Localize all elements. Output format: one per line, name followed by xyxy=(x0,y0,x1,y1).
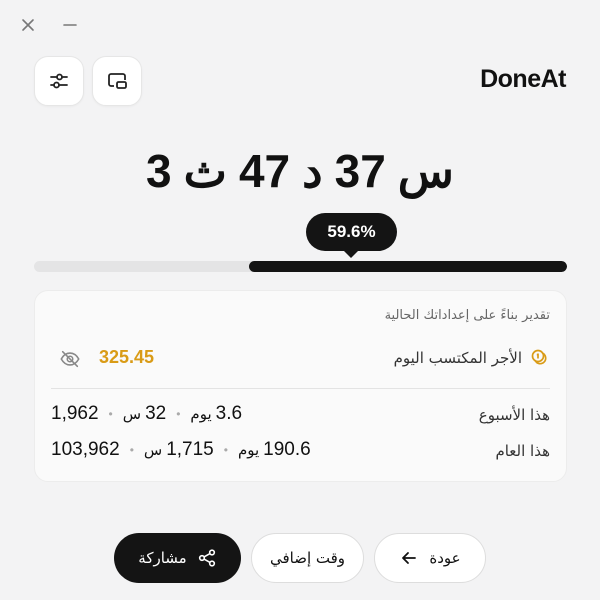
year-days-value: 190.6 xyxy=(263,439,311,460)
week-hours-unit: س xyxy=(122,405,142,423)
settings-button[interactable] xyxy=(34,56,84,106)
year-amount: 103,962 xyxy=(51,439,120,460)
share-icon xyxy=(198,549,215,567)
earnings-label: الأجر المكتسب اليوم xyxy=(393,349,522,367)
back-button[interactable]: عودة xyxy=(374,533,486,583)
timer-seconds: 37 xyxy=(334,145,386,197)
estimate-note: تقدير بناءً على إعداداتك الحالية xyxy=(384,308,550,323)
progress-percent-tooltip: 59.6% xyxy=(306,213,397,258)
arrow-left-icon xyxy=(402,552,417,564)
year-label: هذا العام xyxy=(495,442,550,460)
day-progress-bar xyxy=(34,261,567,272)
coins-icon xyxy=(531,349,547,365)
year-hours-unit: س xyxy=(143,441,163,459)
week-hours: 32س xyxy=(123,403,166,425)
minimize-icon xyxy=(63,24,77,26)
week-label: هذا الأسبوع xyxy=(478,406,550,424)
card-divider xyxy=(51,388,550,389)
week-amount: 1,962 xyxy=(51,403,99,424)
share-button[interactable]: مشاركة xyxy=(114,533,241,583)
week-days-unit: يوم xyxy=(190,405,212,423)
eye-off-icon[interactable] xyxy=(59,348,81,370)
picture-in-picture-icon xyxy=(108,73,127,89)
timer-minutes: 47 xyxy=(238,145,291,197)
week-days: 3.6يوم xyxy=(190,403,242,425)
year-days: 190.6يوم xyxy=(238,439,311,461)
separator-dot: • xyxy=(108,407,113,421)
year-days-unit: يوم xyxy=(237,441,260,459)
week-stats-row: هذا الأسبوع 3.6يوم • 32س • 1,962 xyxy=(51,403,550,429)
share-label: مشاركة xyxy=(138,549,187,567)
year-hours-value: 1,715 xyxy=(166,439,214,460)
timer-seconds-unit: س xyxy=(397,145,454,197)
timer-hours: 3 xyxy=(146,145,172,197)
earnings-row: الأجر المكتسب اليوم 325.45 xyxy=(35,343,566,373)
year-hours: 1,715س xyxy=(144,439,214,461)
back-label: عودة xyxy=(429,549,461,567)
app-logo: DoneAt xyxy=(480,65,566,93)
separator-dot: • xyxy=(176,407,181,421)
earnings-card: تقدير بناءً على إعداداتك الحالية الأجر ا… xyxy=(34,290,567,482)
week-hours-value: 32 xyxy=(145,403,167,424)
close-icon xyxy=(22,19,34,31)
progress-fill xyxy=(249,261,567,272)
week-values: 3.6يوم • 32س • 1,962 xyxy=(51,403,242,425)
separator-dot: • xyxy=(129,443,134,457)
minimize-window-button[interactable] xyxy=(59,14,81,36)
picture-in-picture-button[interactable] xyxy=(92,56,142,106)
timer-hours-unit: ث xyxy=(183,145,227,197)
separator-dot: • xyxy=(223,443,228,457)
extra-time-button[interactable]: وقت إضافي xyxy=(251,533,364,583)
close-window-button[interactable] xyxy=(17,14,39,36)
extra-time-label: وقت إضافي xyxy=(269,549,346,567)
year-stats-row: هذا العام 190.6يوم • 1,715س • 103,962 xyxy=(51,439,550,465)
earnings-value: 325.45 xyxy=(99,347,155,367)
year-values: 190.6يوم • 1,715س • 103,962 xyxy=(51,439,311,461)
sliders-icon xyxy=(50,73,68,89)
earnings-label-group: الأجر المكتسب اليوم xyxy=(394,348,550,368)
timer-minutes-unit: د xyxy=(302,145,323,197)
week-days-value: 3.6 xyxy=(215,403,243,424)
remaining-time: س37د47ث3 xyxy=(0,144,600,198)
